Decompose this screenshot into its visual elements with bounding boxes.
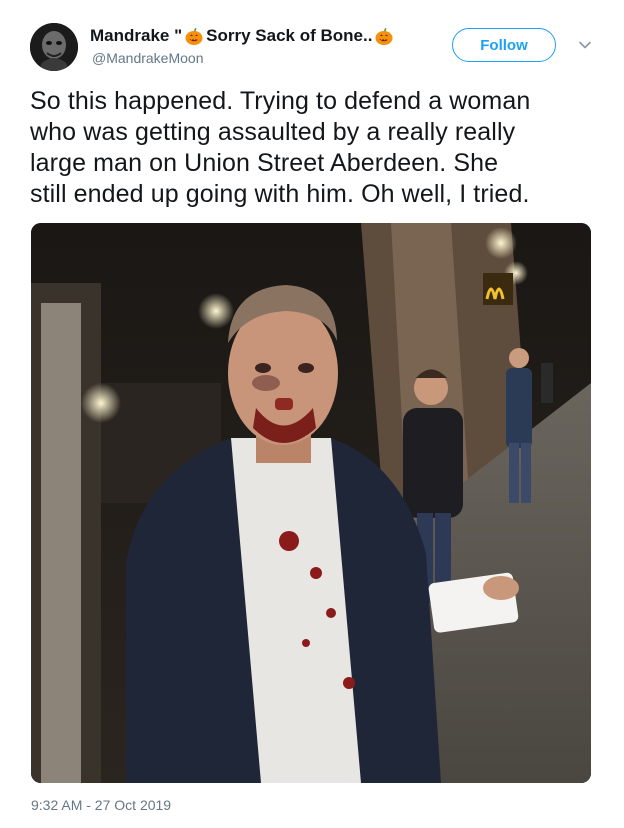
chevron-down-icon[interactable] [578, 38, 592, 52]
display-name-part-1: Mandrake " [90, 26, 183, 45]
display-name[interactable]: Mandrake " Sorry Sack of Bone.. [90, 24, 440, 48]
avatar[interactable] [30, 23, 78, 71]
tweet-text-line: still ended up going with him. Oh well, … [30, 180, 530, 208]
tweet-timestamp[interactable]: 9:32 AM - 27 Oct 2019 [31, 797, 171, 813]
display-name-part-2: Sorry Sack of Bone.. [206, 26, 373, 45]
user-handle[interactable]: @MandrakeMoon [92, 50, 204, 66]
follow-button[interactable]: Follow [452, 28, 556, 62]
pumpkin-emoji-icon [375, 28, 393, 45]
tweet-card: Mandrake " Sorry Sack of Bone.. @Mandrak… [0, 0, 624, 828]
tweet-text-line: large man on Union Street Aberdeen. She [30, 149, 499, 177]
tweet-text: So this happened. Trying to defend a wom… [30, 86, 600, 210]
tweet-text-line: who was getting assaulted by a really re… [30, 118, 516, 146]
tweet-text-line: So this happened. Trying to defend a wom… [30, 87, 531, 115]
tweet-photo[interactable] [31, 223, 591, 783]
pumpkin-emoji-icon [185, 28, 203, 45]
